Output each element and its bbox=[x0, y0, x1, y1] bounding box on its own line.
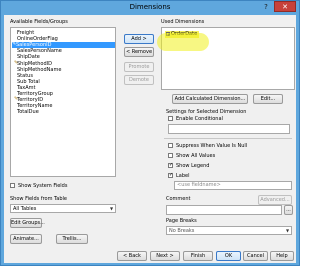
finish-button[interactable]: Finish bbox=[183, 251, 213, 261]
title-bar[interactable]: Dimensions ? ✕ bbox=[1, 1, 299, 15]
advanced-button[interactable]: Advanced... bbox=[258, 195, 292, 205]
trellis-button[interactable]: Trellis... bbox=[56, 234, 88, 244]
table-select[interactable]: All Tables ▼ bbox=[10, 204, 116, 213]
available-fields-label: Available Fields/Groups bbox=[10, 19, 68, 25]
available-fields-list[interactable]: Freight OnlineOrderFlag ✎ SalesPersonID Sale… bbox=[10, 27, 116, 177]
edit-groups-button[interactable]: Edit Groups... bbox=[10, 218, 45, 228]
help-icon[interactable]: ? bbox=[259, 2, 273, 12]
add-calculated-dimension-button[interactable]: Add Calculated Dimension... bbox=[172, 94, 248, 104]
remove-button[interactable]: < Remove bbox=[124, 47, 154, 57]
list-item-label: Freight bbox=[17, 30, 35, 36]
animate-button[interactable]: Animate... bbox=[10, 234, 42, 244]
table-select-value: All Tables bbox=[13, 206, 37, 212]
list-item-label: OnlineOrderFlag bbox=[17, 36, 58, 43]
promote-button[interactable]: Promote bbox=[124, 62, 154, 72]
used-dimensions-label: Used Dimensions bbox=[161, 19, 205, 25]
list-item-label: SalesPersonName bbox=[17, 48, 62, 55]
list-item-label: SalesPersonID bbox=[16, 42, 52, 49]
page-breaks-value: No Breaks bbox=[169, 228, 195, 234]
divider bbox=[164, 138, 292, 139]
list-item-label: TaxAmt bbox=[17, 84, 36, 91]
suppress-null-label: Suppress When Value Is Null bbox=[176, 143, 248, 149]
list-item-label: ShipMethodID bbox=[17, 60, 52, 67]
list-item-label: TotalDue bbox=[17, 109, 39, 116]
chevron-down-icon: ▼ bbox=[285, 228, 290, 233]
enable-conditional-label: Enable Conditional bbox=[176, 116, 223, 122]
list-item-label: TerritoryName bbox=[17, 103, 53, 110]
demote-button[interactable]: Demote bbox=[124, 75, 154, 85]
comment-field[interactable] bbox=[166, 205, 282, 215]
back-button[interactable]: < Back bbox=[117, 251, 147, 261]
page-breaks-label: Page Breaks bbox=[166, 218, 197, 224]
show-legend-checkbox[interactable]: ✓ bbox=[168, 163, 173, 168]
highlight-marker bbox=[157, 33, 209, 51]
dimensions-dialog: Dimensions ? ✕ Available Fields/Groups F… bbox=[0, 0, 300, 266]
settings-label: Settings for Selected Dimension bbox=[166, 109, 247, 115]
label-checkbox[interactable]: ✓ bbox=[168, 173, 173, 178]
add-button[interactable]: Add > bbox=[124, 34, 154, 44]
help-button[interactable]: Help bbox=[270, 251, 294, 261]
close-button[interactable]: ✕ bbox=[274, 1, 296, 12]
cancel-button[interactable]: Cancel bbox=[243, 251, 268, 261]
show-all-values-checkbox[interactable] bbox=[168, 153, 173, 158]
edit-button[interactable]: Edit... bbox=[253, 94, 283, 104]
suppress-null-checkbox[interactable] bbox=[168, 143, 173, 148]
show-system-fields-checkbox[interactable] bbox=[10, 183, 15, 188]
list-item-label: TerritoryGroup bbox=[17, 91, 53, 97]
list-item-label: Sub Total bbox=[17, 78, 40, 85]
list-item-label: Status bbox=[17, 72, 33, 79]
show-all-values-label: Show All Values bbox=[176, 153, 216, 159]
comment-expression-button[interactable]: ... bbox=[284, 205, 293, 215]
label-text-field[interactable]: <use fieldname> bbox=[174, 181, 292, 190]
list-item-label: TerritoryID bbox=[17, 97, 44, 104]
page-breaks-select[interactable]: No Breaks ▼ bbox=[166, 226, 292, 235]
enable-conditional-checkbox[interactable] bbox=[168, 116, 173, 121]
window-title: Dimensions bbox=[129, 3, 171, 11]
chevron-down-icon: ▼ bbox=[109, 206, 114, 211]
list-item-label: ShipMethodName bbox=[17, 66, 62, 73]
show-legend-label: Show Legend bbox=[176, 163, 210, 169]
show-system-fields-label: Show System Fields bbox=[18, 183, 68, 189]
show-fields-from-table-label: Show Fields from Table bbox=[10, 196, 67, 202]
list-item-label: ShipDate bbox=[17, 54, 40, 61]
list-item[interactable]: ✎ SalesPersonID bbox=[12, 42, 115, 49]
comment-label: Comment bbox=[166, 196, 191, 202]
conditional-expression-field[interactable] bbox=[168, 124, 290, 134]
label-label: Label bbox=[176, 173, 190, 179]
next-button[interactable]: Next > bbox=[150, 251, 180, 261]
ok-button[interactable]: OK bbox=[216, 251, 241, 261]
dialog-body: Available Fields/Groups Freight OnlineOrd… bbox=[4, 15, 296, 263]
